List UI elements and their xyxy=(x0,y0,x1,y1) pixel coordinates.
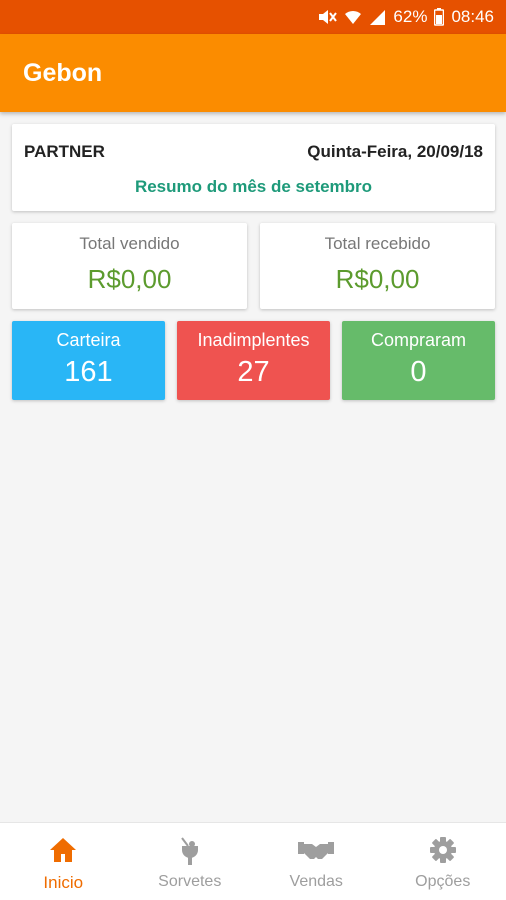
bought-label: Compraram xyxy=(370,330,467,350)
nav-item-opcoes[interactable]: Opções xyxy=(380,823,506,900)
total-sold-card: Total vendido R$0,00 xyxy=(12,223,247,309)
mute-icon xyxy=(317,8,338,26)
defaulters-tile[interactable]: Inadimplentes 27 xyxy=(177,321,330,400)
total-sold-value: R$0,00 xyxy=(87,264,172,294)
wallet-count: 161 xyxy=(64,356,113,388)
bought-count: 0 xyxy=(410,356,427,388)
wifi-icon xyxy=(344,8,362,26)
nav-item-sorvetes[interactable]: Sorvetes xyxy=(127,823,254,900)
defaulters-label: Inadimplentes xyxy=(197,330,310,350)
total-received-card: Total recebido R$0,00 xyxy=(260,223,495,309)
status-bar: 62% 08:46 xyxy=(0,0,506,34)
partner-label: PARTNER xyxy=(24,142,105,161)
clock: 08:46 xyxy=(451,7,494,26)
summary-card: PARTNER Quinta-Feira, 20/09/18 Resumo do… xyxy=(12,124,495,211)
total-sold-label: Total vendido xyxy=(79,234,180,253)
total-received-value: R$0,00 xyxy=(335,264,420,294)
gear-icon xyxy=(429,835,457,865)
bottom-nav: Inicio Sorvetes Vendas Opções xyxy=(0,822,506,900)
nav-label-opcoes: Opções xyxy=(415,873,471,890)
nav-label-sorvetes: Sorvetes xyxy=(158,873,222,890)
summary-subtitle: Resumo do mês de setembro xyxy=(134,177,373,196)
battery-icon xyxy=(434,8,445,26)
ice-cream-icon xyxy=(178,835,202,865)
home-icon xyxy=(49,835,77,865)
bought-tile[interactable]: Compraram 0 xyxy=(342,321,495,400)
app-title: Gebon xyxy=(23,58,103,87)
app-bar: Gebon xyxy=(0,34,506,112)
nav-label-vendas: Vendas xyxy=(289,873,343,890)
handshake-icon xyxy=(298,835,335,865)
defaulters-count: 27 xyxy=(237,356,270,388)
wallet-tile[interactable]: Carteira 161 xyxy=(12,321,165,400)
signal-icon xyxy=(369,9,386,26)
nav-item-inicio[interactable]: Inicio xyxy=(0,823,127,900)
total-received-label: Total recebido xyxy=(324,234,431,253)
wallet-label: Carteira xyxy=(56,330,121,350)
battery-percent: 62% xyxy=(393,7,428,26)
date-label: Quinta-Feira, 20/09/18 xyxy=(307,142,483,161)
nav-item-vendas[interactable]: Vendas xyxy=(253,823,380,900)
nav-label-inicio: Inicio xyxy=(43,873,84,892)
